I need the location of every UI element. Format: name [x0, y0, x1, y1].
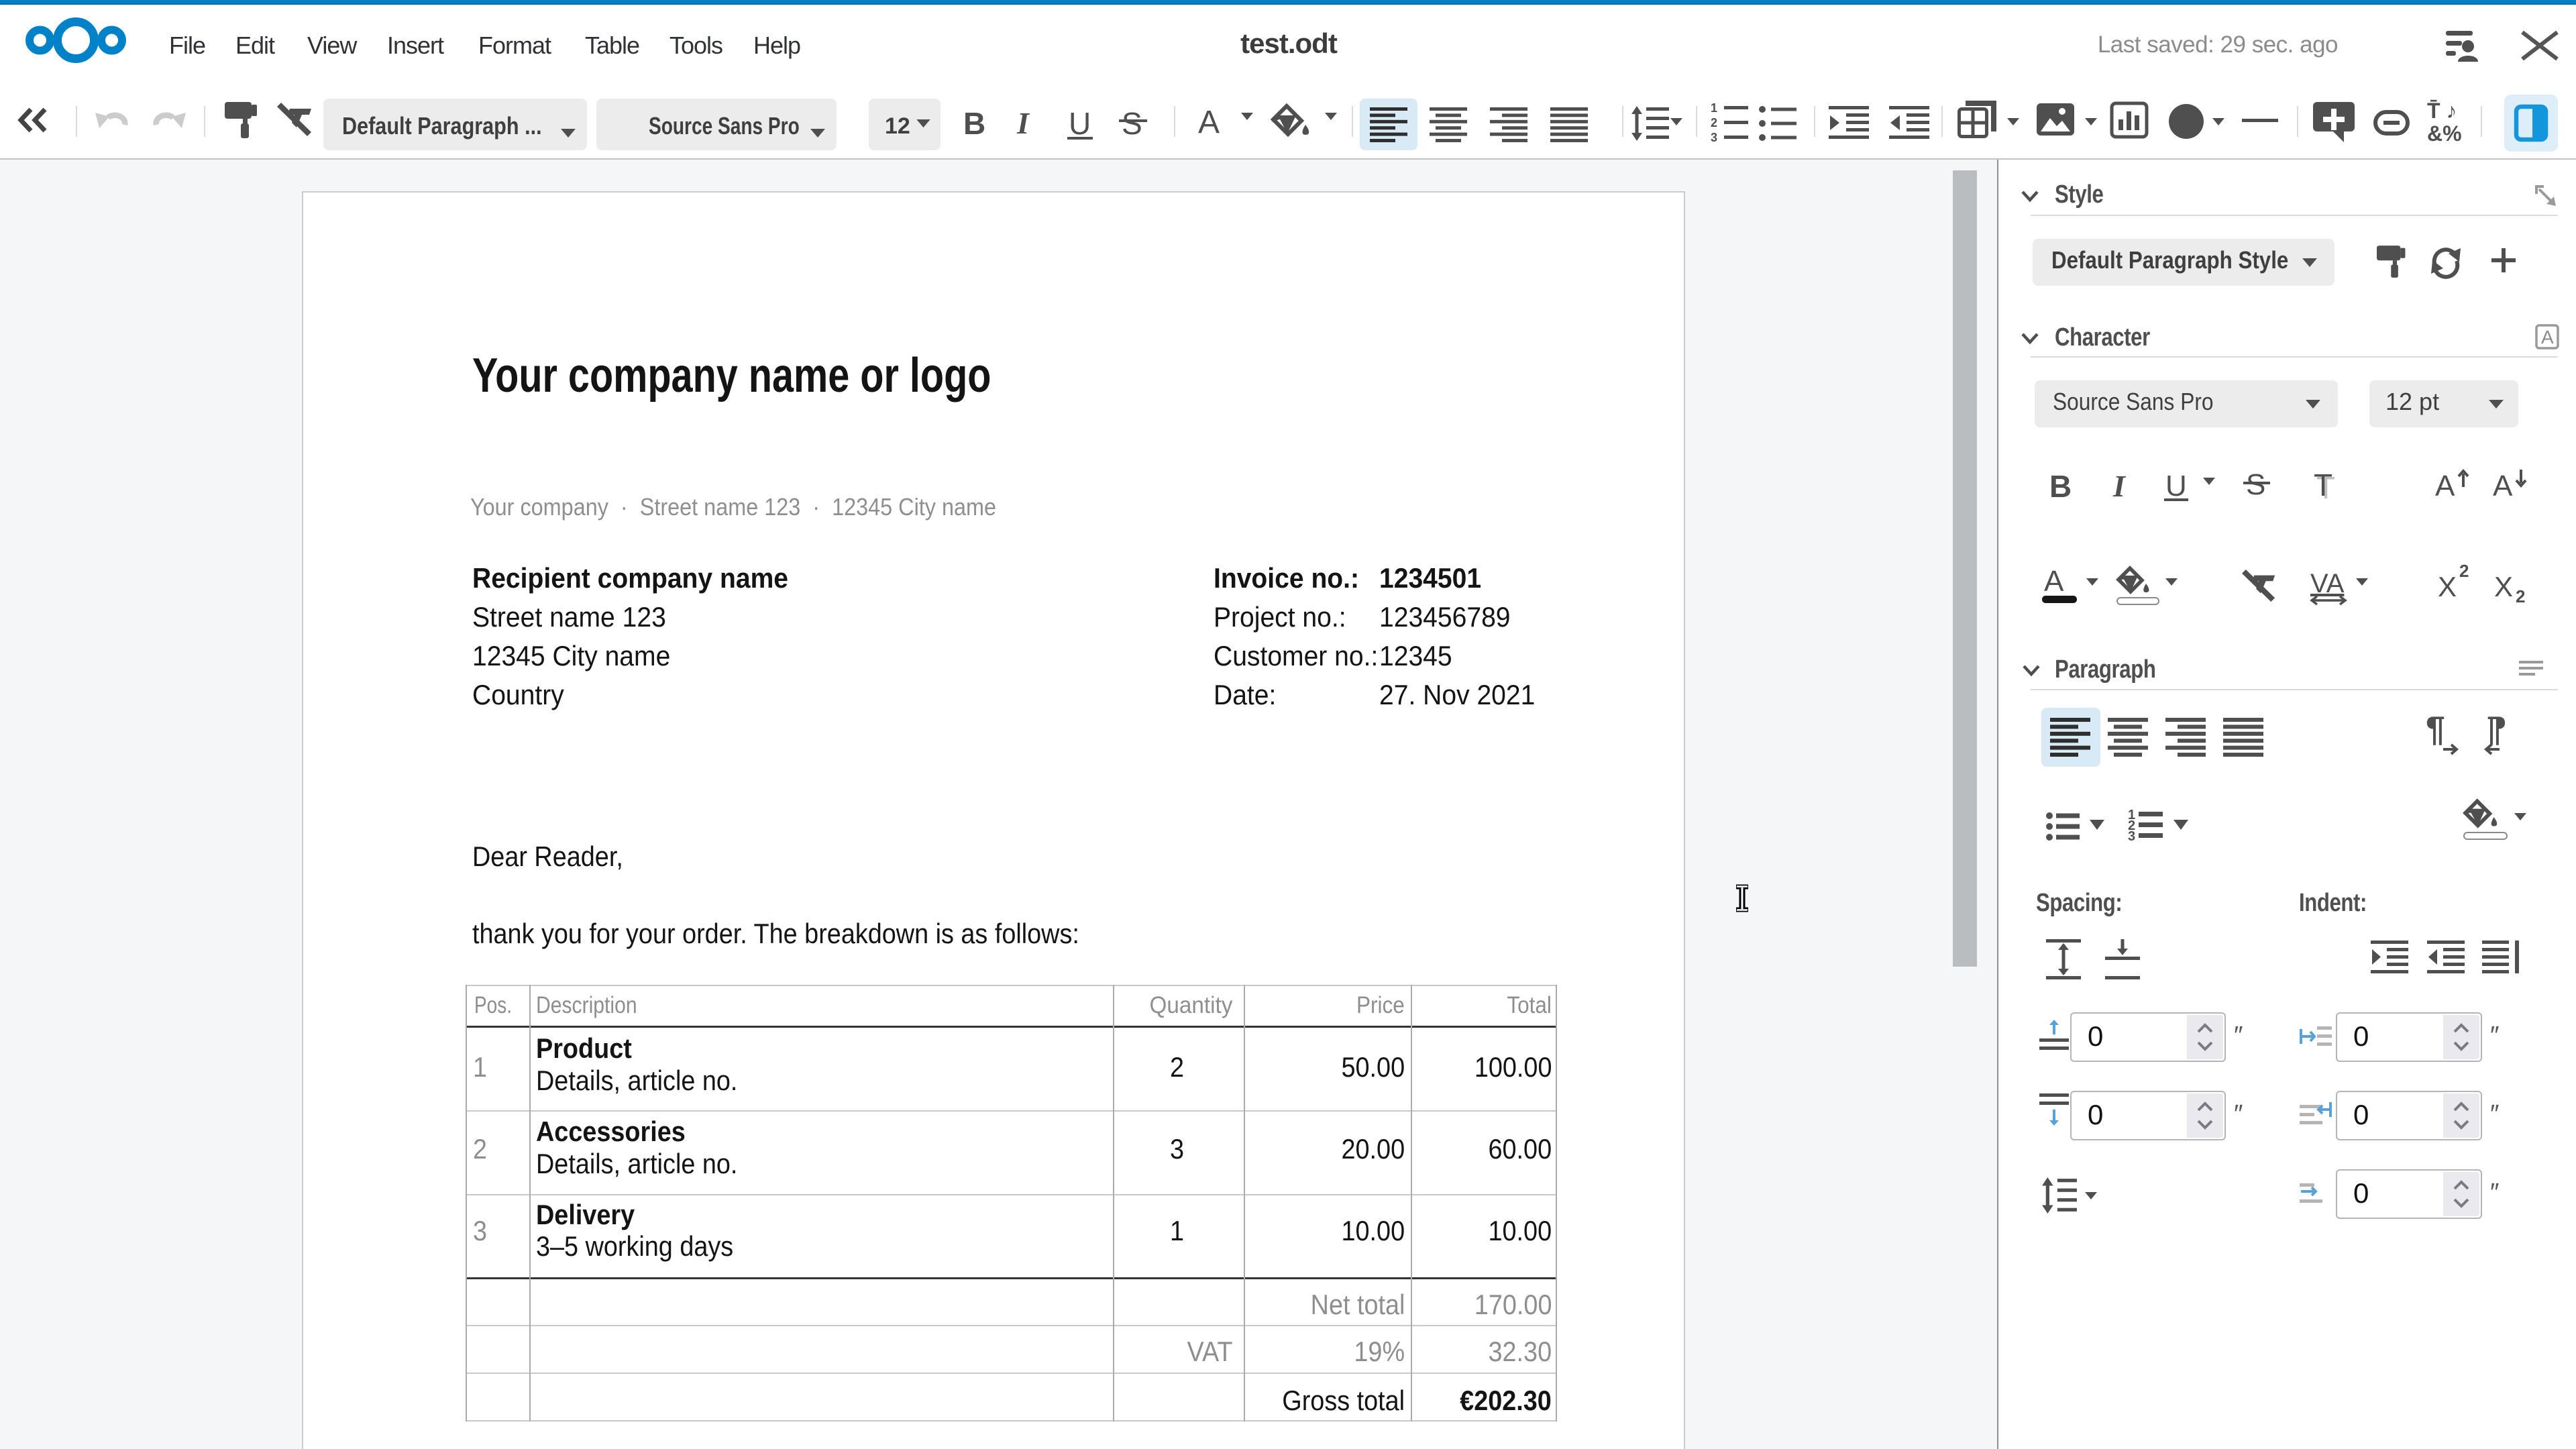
svg-text:3: 3	[2128, 829, 2135, 844]
svg-text:2: 2	[1711, 116, 1717, 129]
svg-text:1: 1	[1711, 101, 1717, 115]
svg-text:A: A	[2541, 327, 2554, 347]
svg-text:3: 3	[1711, 131, 1717, 144]
